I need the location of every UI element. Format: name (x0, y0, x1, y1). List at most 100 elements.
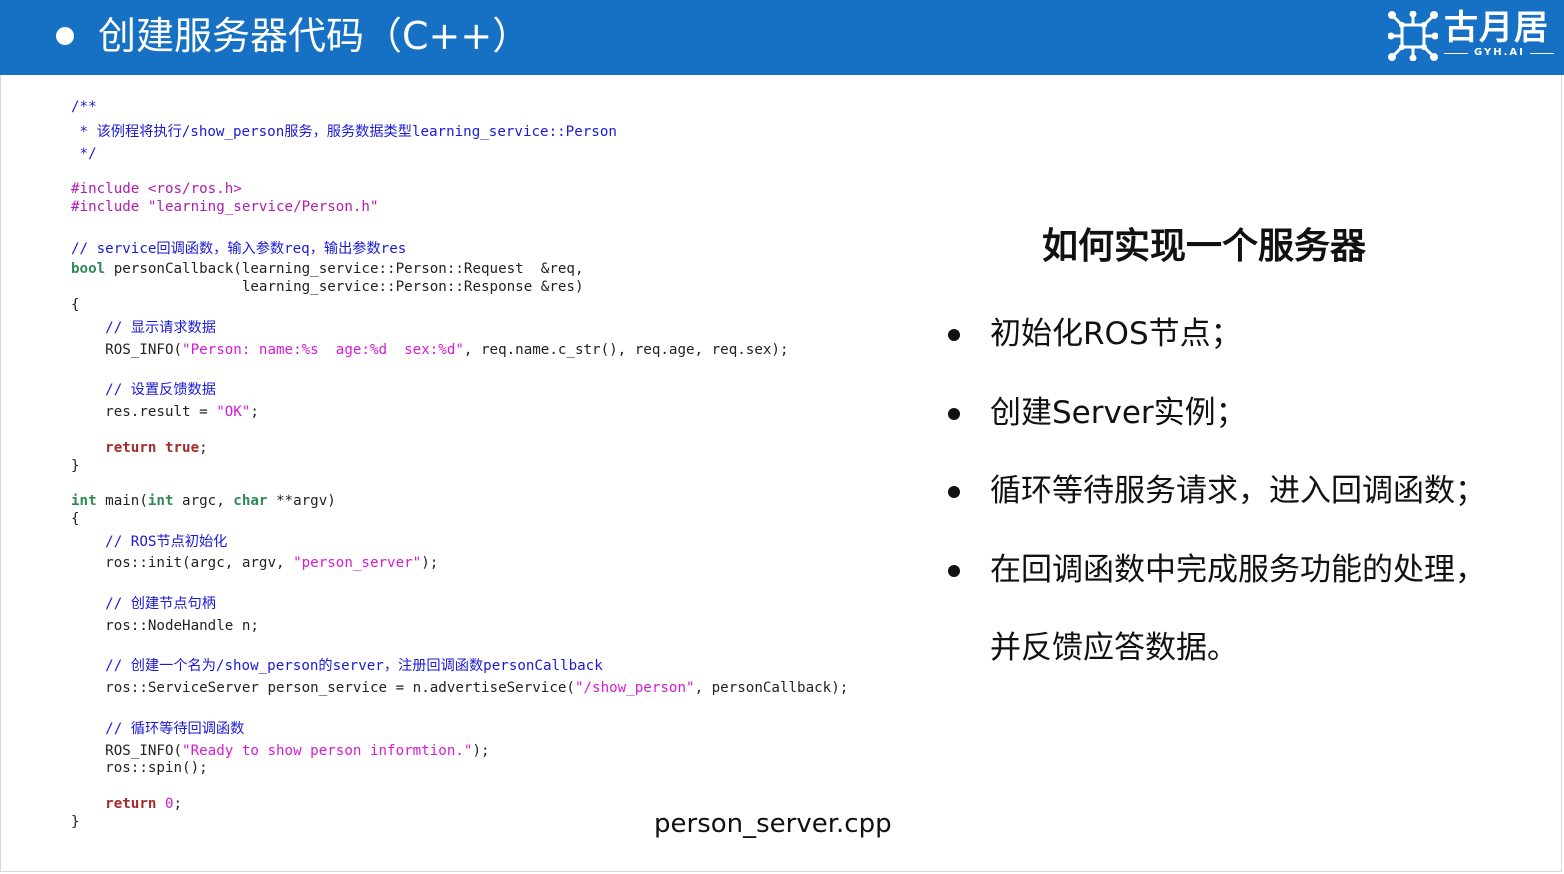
code-line: } (71, 812, 80, 832)
code-token: { (71, 297, 80, 313)
bullet-text-continuation: 并反馈应答数据。 (990, 630, 1238, 666)
bullet-dot (948, 408, 960, 420)
code-line: } (71, 456, 80, 476)
code-token: res.result = (71, 404, 217, 420)
code-line: // 显示请求数据 (71, 318, 216, 338)
code-line: int main(int argc, char **argv) (71, 491, 336, 511)
code-token: ros::init(argc, argv, (71, 555, 294, 571)
code-line: ros::spin(); (71, 758, 208, 778)
code-line: ros::ServiceServer person_service = n.ad… (71, 678, 848, 698)
code-line: // 循环等待回调函数 (71, 719, 244, 739)
code-token: #include (71, 181, 148, 197)
code-line: // service回调函数，输入参数req，输出参数res (71, 239, 406, 259)
code-token: ROS_INFO( (71, 743, 183, 759)
code-token: learning_service::Person::Response &res) (71, 279, 584, 295)
title-bar: 创建服务器代码（C++） 古月居 GYH.AI (0, 0, 1564, 75)
code-token: // 设置反馈数据 (71, 382, 216, 398)
bullet-item: 初始化ROS节点； (948, 312, 1548, 352)
code-token: } (71, 458, 80, 474)
code-line: #include "learning_service/Person.h" (71, 197, 379, 217)
code-line: { (71, 509, 80, 529)
code-token: main( (96, 493, 148, 509)
code-line: ROS_INFO("Person: name:%s age:%d sex:%d"… (71, 340, 789, 360)
code-token: **argv) (267, 493, 336, 509)
code-line: { (71, 295, 80, 315)
code-token: // service回调函数，输入参数req，输出参数res (71, 241, 407, 257)
code-token: #include (71, 199, 148, 215)
code-token: bool (71, 261, 106, 277)
code-token: true (164, 440, 200, 456)
code-line: // 创建节点句柄 (71, 594, 216, 614)
title-bullet (56, 27, 74, 45)
bullet-dot (948, 329, 960, 341)
logo-wordmark: 古月居 (1444, 8, 1549, 48)
bullet-item: 在回调函数中完成服务功能的处理， (948, 548, 1548, 588)
code-token: { (71, 511, 80, 527)
code-line: ros::NodeHandle n; (71, 616, 259, 636)
code-token: , req.name.c_str(), req.age, req.sex); (463, 342, 789, 358)
code-token: // 创建一个名为/show_person的server，注册回调函数perso… (71, 658, 603, 674)
code-line: * 该例程将执行/show_person服务，服务数据类型learning_se… (71, 122, 617, 142)
code-line: return true; (71, 438, 208, 458)
code-token: ros::NodeHandle n; (71, 618, 259, 634)
code-line: learning_service::Person::Response &res) (71, 277, 584, 297)
code-line: // ROS节点初始化 (71, 532, 227, 552)
slide-title: 创建服务器代码（C++） (98, 14, 531, 58)
code-line: /** (71, 97, 97, 117)
code-line: bool personCallback(learning_service::Pe… (71, 259, 584, 279)
code-token: * 该例程将执行/show_person服务，服务数据类型learning_se… (71, 124, 617, 140)
code-token: ROS_INFO( (71, 342, 183, 358)
code-line: res.result = "OK"; (71, 402, 259, 422)
code-token: ; (199, 440, 208, 456)
code-token: // ROS节点初始化 (71, 534, 228, 550)
gyh-logo: 古月居 GYH.AI (1388, 8, 1554, 62)
logo-rule-left (1444, 53, 1468, 54)
code-token: "/show_person" (574, 680, 695, 696)
code-token: char (233, 493, 268, 509)
code-token: "person_server" (293, 555, 422, 571)
code-token: ; (173, 796, 183, 812)
source-filename: person_server.cpp (654, 809, 892, 839)
code-token: */ (71, 146, 97, 162)
code-token: argc, (173, 493, 234, 509)
code-token: return (105, 796, 157, 812)
code-token: "learning_service/Person.h" (147, 199, 379, 215)
code-token: 0 (164, 796, 174, 812)
bullet-text: 创建Server实例； (990, 395, 1247, 431)
code-token: // 显示请求数据 (71, 320, 216, 336)
code-line: #include <ros/ros.h> (71, 179, 242, 199)
code-token: "Person: name:%s age:%d sex:%d" (182, 342, 464, 358)
code-token: /** (71, 99, 97, 115)
bullet-item: 创建Server实例； (948, 391, 1548, 431)
code-token: ); (472, 743, 490, 759)
code-token: ros::ServiceServer person_service = n.ad… (71, 680, 575, 696)
code-line: ros::init(argc, argv, "person_server"); (71, 553, 438, 573)
code-line: // 设置反馈数据 (71, 380, 216, 400)
logo-network-icon (1388, 11, 1438, 61)
code-token: return (105, 440, 157, 456)
logo-rule-right (1530, 53, 1554, 54)
code-line: */ (71, 144, 97, 164)
code-token: "Ready to show person informtion." (182, 743, 473, 759)
code-token: int (71, 493, 97, 509)
logo-subtext: GYH.AI (1474, 47, 1525, 58)
code-line: // 创建一个名为/show_person的server，注册回调函数perso… (71, 656, 603, 676)
code-token: ; (250, 404, 259, 420)
code-token: // 创建节点句柄 (71, 596, 216, 612)
code-token: } (71, 814, 80, 830)
code-token: personCallback(learning_service::Person:… (105, 261, 584, 277)
section-heading: 如何实现一个服务器 (1042, 226, 1367, 267)
code-token: int (147, 493, 174, 509)
code-token: // 循环等待回调函数 (71, 721, 245, 737)
bullet-dot (948, 565, 960, 577)
bullet-continuation: 并反馈应答数据。 (948, 626, 1548, 666)
code-token: ros::spin(); (71, 760, 208, 776)
bullet-item: 循环等待服务请求，进入回调函数； (948, 469, 1548, 509)
code-token: ); (421, 555, 439, 571)
code-line: return 0; (71, 794, 182, 814)
bullet-dot (948, 486, 960, 498)
